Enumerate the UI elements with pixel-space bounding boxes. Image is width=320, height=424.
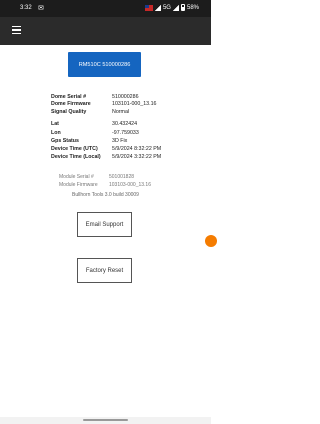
info-label: Dome Serial #: [51, 94, 87, 100]
module-value: 103103-000_13.16: [109, 182, 151, 188]
email-support-button[interactable]: Email Support: [77, 212, 132, 237]
hamburger-menu-icon[interactable]: [12, 26, 21, 34]
info-label: Signal Quality: [51, 109, 87, 115]
info-label: Lat: [51, 121, 59, 127]
info-value: Normal: [112, 109, 130, 115]
module-label: Module Serial #: [59, 174, 94, 180]
build-info: Bullhorn Tools 3.0 build 30009: [72, 192, 139, 198]
info-label: Dome Firmware: [51, 101, 91, 107]
battery-icon: [180, 4, 185, 11]
status-icons: 5G 58%: [144, 4, 199, 11]
info-value: 3D Fix: [112, 138, 128, 144]
message-icon: ✉: [38, 5, 44, 12]
info-label: Device Time (Local): [51, 154, 101, 160]
info-value: 5/9/2024 8:32:22 PM: [112, 146, 162, 152]
module-value: 501001828: [109, 174, 135, 180]
info-value: 510000286: [112, 94, 139, 100]
gesture-handle[interactable]: [83, 419, 128, 421]
status-time: 3:32: [20, 5, 32, 11]
info-value: 30.432424: [112, 121, 138, 127]
flag-icon: [144, 4, 153, 11]
battery-percent: 58%: [186, 4, 199, 11]
info-label: Lon: [51, 130, 61, 136]
signal-icon: [154, 4, 161, 11]
info-value: -97.759033: [112, 130, 139, 136]
info-label: Device Time (UTC): [51, 146, 98, 152]
side-handle[interactable]: [205, 235, 217, 247]
info-value: 103101-000_13.16: [112, 101, 157, 107]
app-bar: [0, 17, 211, 45]
info-value: 5/9/2024 3:32:22 PM: [112, 154, 162, 160]
status-bar: 3:32 ✉ 5G 58%: [0, 0, 211, 17]
device-select-button[interactable]: RM510C 510000286: [68, 52, 141, 77]
info-label: Gps Status: [51, 138, 79, 144]
network-type: 5G: [162, 4, 171, 11]
factory-reset-button[interactable]: Factory Reset: [77, 258, 132, 283]
wifi-icon: [172, 4, 179, 11]
module-label: Module Firmware: [59, 182, 98, 188]
